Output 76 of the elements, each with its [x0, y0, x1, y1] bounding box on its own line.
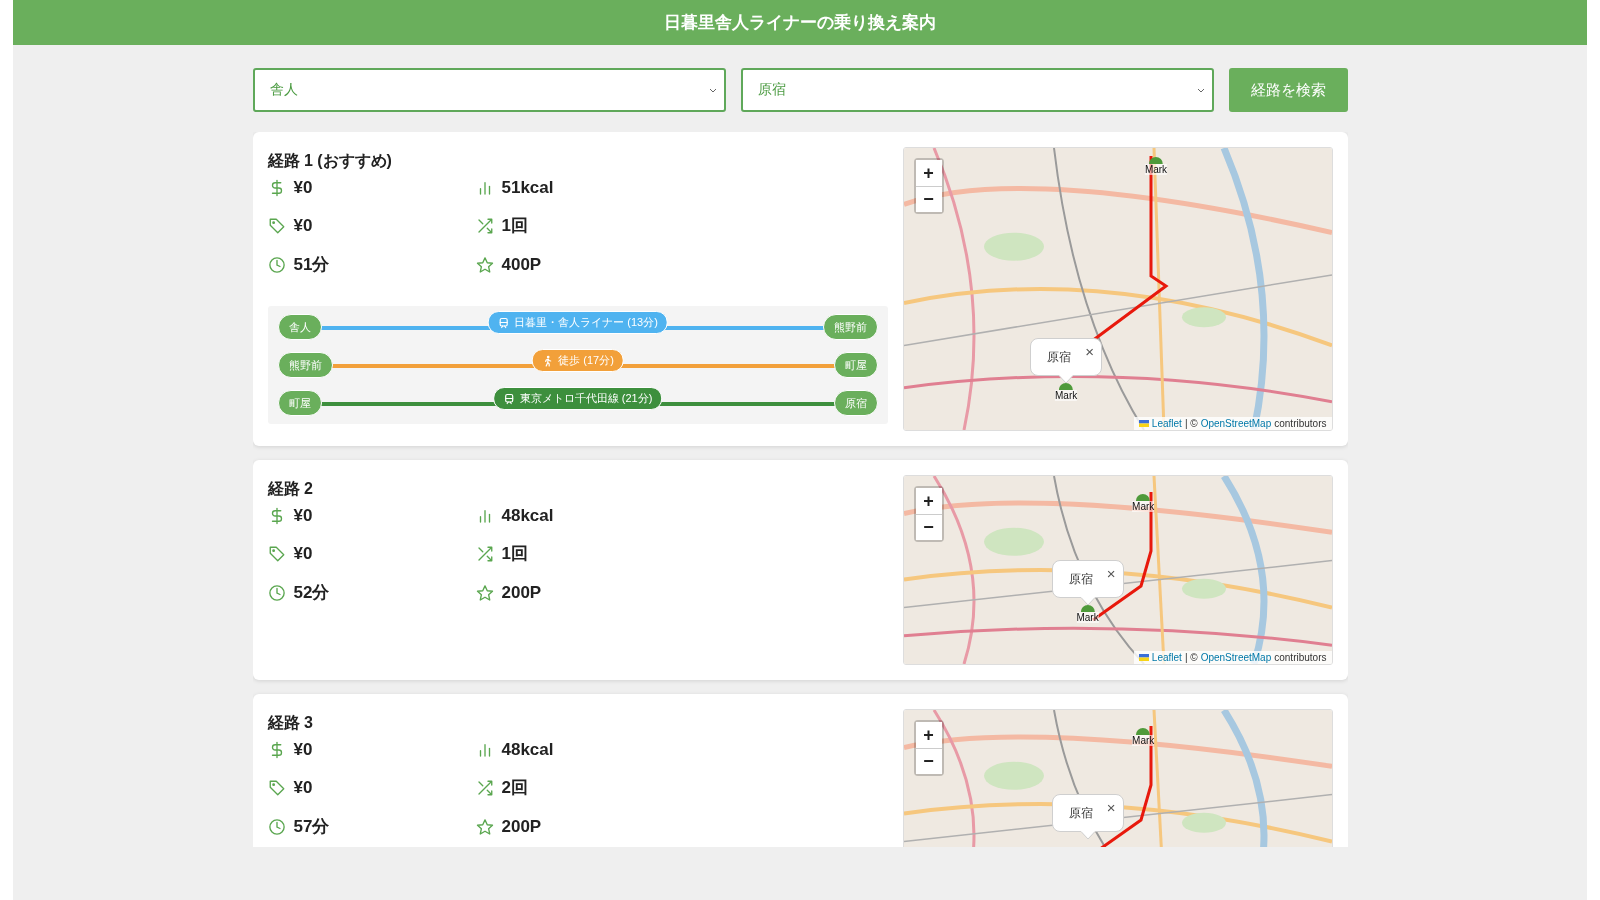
segment-text: 東京メトロ千代田線 (21分)	[519, 391, 653, 406]
leaflet-link[interactable]: Leaflet	[1151, 652, 1182, 663]
train-icon	[497, 316, 510, 329]
marker-label: Mark	[1076, 611, 1099, 623]
marker-icon[interactable]	[1136, 492, 1151, 501]
popup-text: 原宿	[1047, 350, 1072, 365]
route-title: 経路 3	[267, 713, 314, 733]
marker-label: Mark	[1055, 390, 1078, 402]
marker-label: Mark	[1132, 734, 1155, 746]
star-icon	[475, 817, 494, 836]
zoom-out-button[interactable]: −	[915, 748, 942, 774]
popup-text: 原宿	[1068, 805, 1093, 820]
flag-icon	[1138, 420, 1149, 427]
destination-select[interactable]: 原宿	[740, 68, 1214, 112]
attribution-separator: | ©	[1184, 418, 1198, 429]
stat-value: 52分	[293, 582, 330, 604]
attribution-text: contributors	[1274, 418, 1327, 429]
stat-value: 2回	[501, 777, 528, 799]
stat-value: 48kcal	[501, 506, 554, 526]
marker-icon[interactable]	[1059, 382, 1074, 391]
star-icon	[475, 255, 494, 274]
zoom-in-button[interactable]: +	[915, 722, 942, 748]
stat-value: 51kcal	[501, 178, 554, 198]
train-icon	[502, 392, 515, 405]
flag-icon	[1138, 654, 1149, 661]
stat-value: ¥0	[293, 543, 313, 564]
clock-icon	[267, 817, 286, 836]
zoom-out-button[interactable]: −	[915, 186, 942, 212]
segment-text: 徒歩 (17分)	[558, 353, 614, 368]
tag-icon	[267, 544, 286, 563]
station-pill: 舎人	[277, 314, 322, 340]
leaflet-link[interactable]: Leaflet	[1151, 418, 1182, 429]
marker-label: Mark	[1132, 500, 1155, 512]
marker-icon[interactable]	[1080, 603, 1095, 612]
stat-value: 1回	[501, 543, 528, 565]
close-button[interactable]: ×	[1106, 564, 1116, 582]
stat-value: ¥0	[293, 506, 313, 526]
openstreetmap-link[interactable]: OpenStreetMap	[1200, 652, 1272, 663]
marker-label: Mark	[1144, 164, 1168, 176]
station-pill: 町屋	[277, 390, 322, 416]
stat-value: 57分	[293, 816, 330, 838]
clock-icon	[267, 583, 286, 602]
stat-value: 200P	[501, 582, 542, 603]
zoom-in-button[interactable]: +	[915, 160, 942, 186]
stat-value: 51分	[293, 254, 330, 276]
stat-value: 400P	[501, 254, 542, 275]
station-pill: 熊野前	[277, 352, 333, 378]
tag-icon	[267, 778, 286, 797]
stat-value: ¥0	[293, 777, 313, 798]
marker-icon[interactable]	[1149, 156, 1163, 165]
stat-value: 48kcal	[501, 740, 554, 760]
openstreetmap-link[interactable]: OpenStreetMap	[1200, 418, 1272, 429]
tag-icon	[267, 216, 286, 235]
route-title: 経路 2	[267, 479, 314, 499]
clock-icon	[267, 255, 286, 274]
origin-select[interactable]: 舎人	[252, 68, 726, 112]
stat-value: ¥0	[293, 215, 313, 236]
stat-value: 200P	[501, 816, 542, 837]
zoom-in-button[interactable]: +	[915, 488, 942, 514]
attribution-text: contributors	[1274, 652, 1327, 663]
star-icon	[475, 583, 494, 602]
segment-text: 日暮里・舎人ライナー (13分)	[514, 315, 658, 330]
close-button[interactable]: ×	[1085, 343, 1095, 361]
station-pill: 原宿	[833, 390, 878, 416]
stat-value: ¥0	[293, 178, 313, 198]
zoom-out-button[interactable]: −	[915, 514, 942, 540]
page-title: 日暮里舎人ライナーの乗り換え案内	[664, 12, 936, 34]
station-pill: 町屋	[833, 352, 878, 378]
route-title: 経路 1 (おすすめ)	[267, 151, 393, 171]
attribution-separator: | ©	[1184, 652, 1198, 663]
stat-value: 1回	[501, 215, 528, 237]
close-button[interactable]: ×	[1106, 798, 1116, 816]
station-pill: 熊野前	[822, 314, 878, 340]
marker-icon[interactable]	[1136, 726, 1151, 735]
stat-value: ¥0	[293, 740, 313, 760]
popup-text: 原宿	[1068, 571, 1093, 586]
